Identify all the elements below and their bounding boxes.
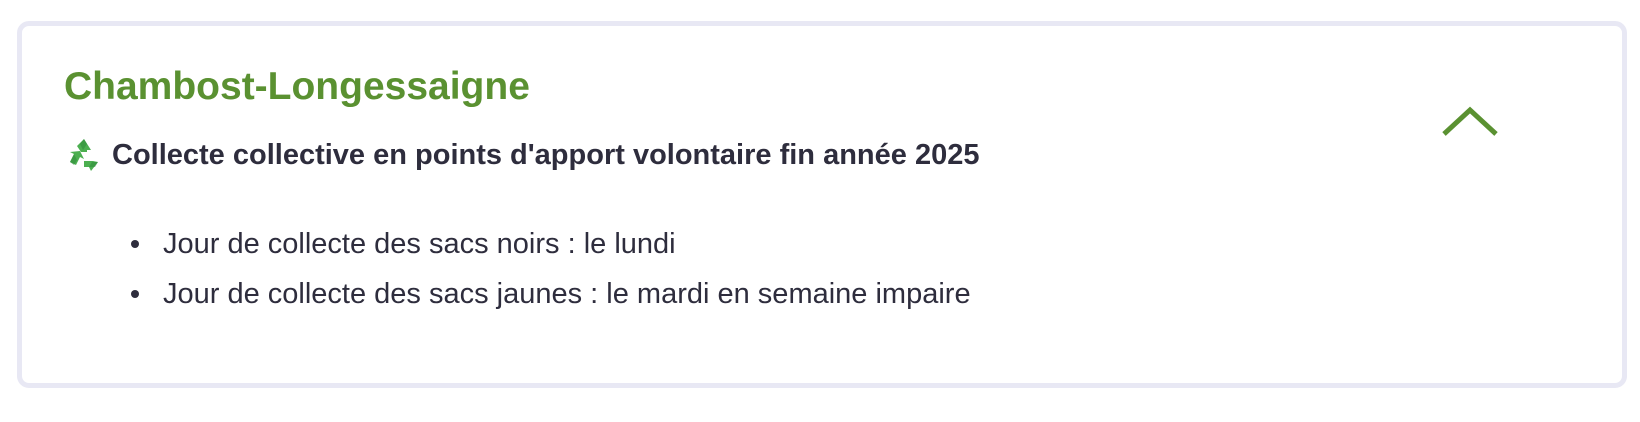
list-item-text: Jour de collecte des sacs noirs : le lun… [163, 227, 676, 260]
commune-title: Chambost-Longessaigne [64, 65, 530, 108]
collapse-toggle-button[interactable] [1440, 104, 1500, 140]
list-item: Jour de collecte des sacs jaunes : le ma… [122, 269, 971, 319]
list-item: Jour de collecte des sacs noirs : le lun… [122, 219, 971, 269]
collection-heading: Collecte collective en points d'apport v… [64, 135, 979, 175]
collection-schedule-list: Jour de collecte des sacs noirs : le lun… [122, 219, 971, 319]
chevron-up-icon [1442, 106, 1498, 136]
collection-heading-text: Collecte collective en points d'apport v… [112, 138, 980, 171]
list-item-text: Jour de collecte des sacs jaunes : le ma… [163, 277, 971, 310]
bullet-icon [131, 240, 139, 248]
bullet-icon [131, 290, 139, 298]
recycling-icon [64, 135, 104, 175]
commune-card: Chambost-Longessaigne Collecte collectiv… [17, 21, 1627, 388]
